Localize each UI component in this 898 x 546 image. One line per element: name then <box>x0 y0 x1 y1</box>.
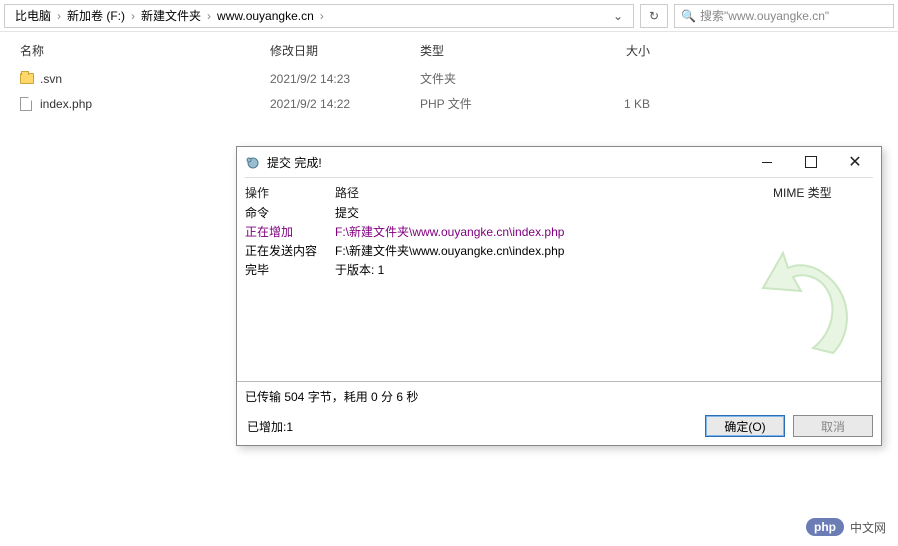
refresh-button[interactable]: ↻ <box>640 4 668 28</box>
file-date: 2021/9/2 14:23 <box>270 72 420 86</box>
breadcrumb-separator: › <box>55 9 63 23</box>
log-op: 正在发送内容 <box>245 242 335 259</box>
added-count: 已增加:1 <box>245 418 697 435</box>
search-input[interactable]: 🔍 搜索"www.ouyangke.cn" <box>674 4 894 28</box>
dialog-title: 提交 完成! <box>267 154 745 171</box>
log-op: 正在增加 <box>245 223 335 240</box>
log-op: 完毕 <box>245 261 335 278</box>
breadcrumb-item[interactable]: 比电脑 <box>11 7 55 24</box>
log-header: 操作 路径 MIME 类型 <box>245 182 873 203</box>
file-date: 2021/9/2 14:22 <box>270 97 420 111</box>
breadcrumb[interactable]: 比电脑 › 新加卷 (F:) › 新建文件夹 › www.ouyangke.cn… <box>4 4 634 28</box>
file-list-headers: 名称 修改日期 类型 大小 <box>0 32 898 66</box>
log-row: 正在增加 F:\新建文件夹\www.ouyangke.cn\index.php <box>245 222 873 241</box>
php-badge: php <box>806 518 844 536</box>
log-row: 命令 提交 <box>245 203 873 222</box>
file-name: index.php <box>40 97 270 111</box>
log-header-mime: MIME 类型 <box>773 184 873 201</box>
address-bar: 比电脑 › 新加卷 (F:) › 新建文件夹 › www.ouyangke.cn… <box>0 0 898 32</box>
header-size[interactable]: 大小 <box>570 42 650 59</box>
file-name: .svn <box>40 72 270 86</box>
cancel-button: 取消 <box>793 415 873 437</box>
search-placeholder: 搜索"www.ouyangke.cn" <box>700 7 829 24</box>
log-header-op: 操作 <box>245 184 335 201</box>
commit-dialog: 提交 完成! ✕ 操作 路径 MIME 类型 命令 提交 正在增加 F:\新建文… <box>236 146 882 446</box>
breadcrumb-separator: › <box>205 9 213 23</box>
watermark-text: 中文网 <box>850 519 886 536</box>
dialog-titlebar[interactable]: 提交 完成! ✕ <box>237 147 881 177</box>
minimize-button[interactable] <box>745 148 789 176</box>
divider <box>237 381 881 382</box>
log-row: 完毕 于版本: 1 <box>245 260 873 279</box>
file-type: 文件夹 <box>420 70 570 87</box>
file-size: 1 KB <box>570 97 650 111</box>
file-row[interactable]: .svn 2021/9/2 14:23 文件夹 <box>0 66 898 91</box>
breadcrumb-item[interactable]: 新加卷 (F:) <box>63 7 129 24</box>
breadcrumb-dropdown-icon[interactable]: ⌄ <box>609 9 627 23</box>
file-icon <box>20 97 40 111</box>
log-row: 正在发送内容 F:\新建文件夹\www.ouyangke.cn\index.ph… <box>245 241 873 260</box>
close-button[interactable]: ✕ <box>833 148 877 176</box>
header-type[interactable]: 类型 <box>420 42 570 59</box>
watermark: php 中文网 <box>806 518 886 536</box>
ok-button[interactable]: 确定(O) <box>705 415 785 437</box>
file-row[interactable]: index.php 2021/9/2 14:22 PHP 文件 1 KB <box>0 91 898 116</box>
log-op: 命令 <box>245 204 335 221</box>
header-date[interactable]: 修改日期 <box>270 42 420 59</box>
log-path: 于版本: 1 <box>335 261 873 278</box>
breadcrumb-separator: › <box>318 9 326 23</box>
folder-icon <box>20 73 40 84</box>
log-path: F:\新建文件夹\www.ouyangke.cn\index.php <box>335 223 873 240</box>
file-type: PHP 文件 <box>420 95 570 112</box>
header-name[interactable]: 名称 <box>20 42 270 59</box>
transfer-status: 已传输 504 字节，耗用 0 分 6 秒 <box>237 386 881 407</box>
log-header-path: 路径 <box>335 184 773 201</box>
search-icon: 🔍 <box>681 9 696 23</box>
log-path: 提交 <box>335 204 873 221</box>
breadcrumb-item[interactable]: www.ouyangke.cn <box>213 9 318 23</box>
maximize-button[interactable] <box>789 148 833 176</box>
tortoise-icon <box>245 154 261 170</box>
dialog-body: 操作 路径 MIME 类型 命令 提交 正在增加 F:\新建文件夹\www.ou… <box>245 177 873 373</box>
log-path: F:\新建文件夹\www.ouyangke.cn\index.php <box>335 242 873 259</box>
dialog-footer: 已增加:1 确定(O) 取消 <box>237 407 881 445</box>
breadcrumb-item[interactable]: 新建文件夹 <box>137 7 205 24</box>
breadcrumb-separator: › <box>129 9 137 23</box>
